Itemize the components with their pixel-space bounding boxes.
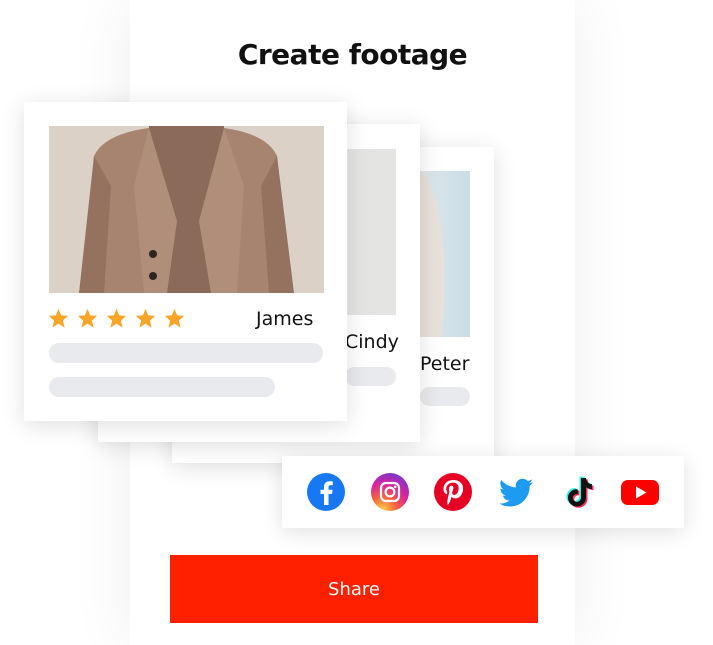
placeholder-bar [49, 377, 275, 397]
star-icon [164, 308, 185, 328]
profile-card-james[interactable]: James [24, 102, 347, 421]
social-share-panel [282, 456, 684, 528]
card-name: James [256, 308, 314, 330]
youtube-icon[interactable] [620, 472, 660, 512]
profile-photo [49, 126, 324, 293]
placeholder-bar [345, 367, 396, 386]
star-rating [48, 308, 185, 328]
instagram-icon[interactable] [370, 472, 410, 512]
page-title: Create footage [237, 38, 468, 71]
placeholder-bar [49, 343, 323, 363]
tiktok-icon[interactable] [559, 472, 599, 512]
placeholder-bar [420, 387, 470, 406]
star-icon [135, 308, 156, 328]
facebook-icon[interactable] [306, 472, 346, 512]
pinterest-icon[interactable] [433, 472, 473, 512]
card-name: Cindy [345, 331, 399, 353]
card-name: Peter [420, 353, 470, 375]
star-icon [48, 308, 69, 328]
twitter-icon[interactable] [496, 472, 536, 512]
share-button[interactable]: Share [170, 555, 538, 623]
star-icon [106, 308, 127, 328]
star-icon [77, 308, 98, 328]
